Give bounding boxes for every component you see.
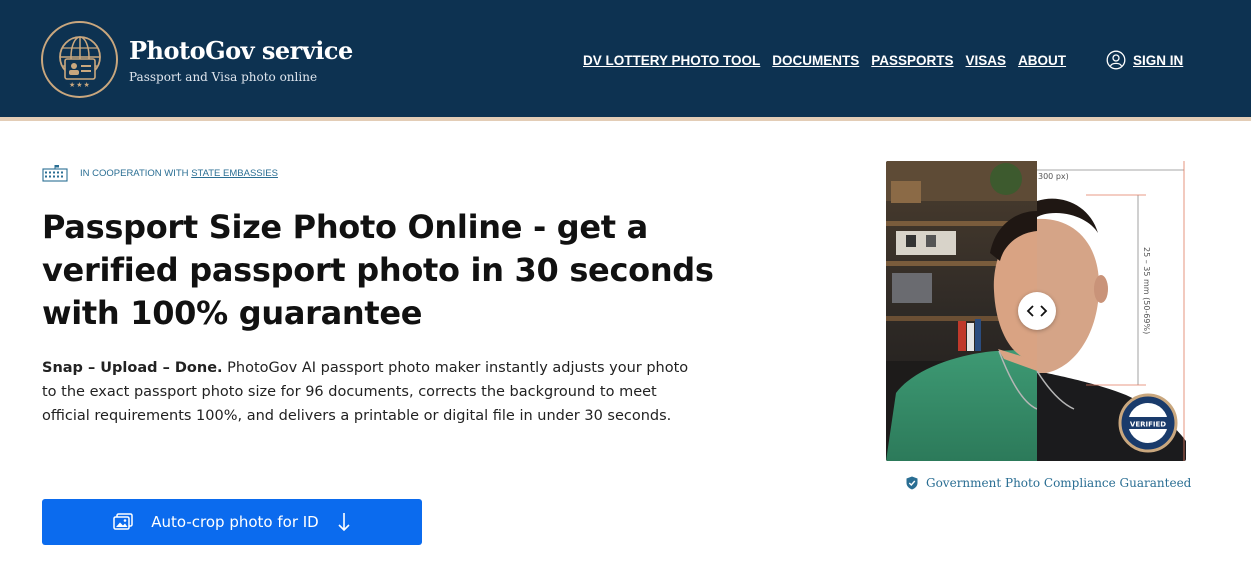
nav-passports[interactable]: PASSPORTS [871, 53, 953, 68]
main-nav: DV LOTTERY PHOTO TOOL DOCUMENTS PASSPORT… [583, 53, 1066, 68]
compliance-note: Government Photo Compliance Guaranteed [906, 476, 1191, 490]
arrow-down-icon [338, 513, 350, 532]
sign-in-link[interactable]: SIGN IN [1106, 50, 1183, 70]
brand-title[interactable]: PhotoGov service [129, 36, 353, 65]
nav-visas[interactable]: VISAS [966, 53, 1007, 68]
logo-stars: ★★★ [69, 81, 91, 89]
verified-badge: VERIFIED [1118, 393, 1178, 453]
state-embassies-link[interactable]: STATE EMBASSIES [191, 168, 278, 179]
cooperation-text: IN COOPERATION WITH STATE EMBASSIES [80, 168, 278, 179]
image-icon [113, 513, 134, 530]
nav-documents[interactable]: DOCUMENTS [772, 53, 859, 68]
auto-crop-button[interactable]: Auto-crop photo for ID [42, 499, 422, 545]
headline-bold: Passport Size Photo Online [42, 208, 523, 246]
page-title: Passport Size Photo Online - get a verif… [42, 206, 722, 335]
description-bold: Snap – Upload – Done. [42, 360, 223, 376]
chevron-left-right-icon [1026, 305, 1048, 317]
compliance-text: Government Photo Compliance Guaranteed [926, 476, 1192, 490]
shield-check-icon [906, 476, 918, 490]
nav-about[interactable]: ABOUT [1018, 53, 1066, 68]
embassy-building-icon [42, 165, 68, 182]
compare-slider-handle[interactable] [1018, 292, 1056, 330]
auto-crop-label[interactable]: Auto-crop photo for ID [151, 513, 318, 531]
nav-dv-lottery[interactable]: DV LOTTERY PHOTO TOOL [583, 53, 760, 68]
cooperation-line: IN COOPERATION WITH STATE EMBASSIES [42, 164, 278, 182]
height-measurement-label: 25 – 35 mm (50-69%) [1142, 247, 1151, 334]
width-measurement-label: 300 px) [1038, 172, 1069, 181]
logo[interactable]: ★★★ [41, 21, 118, 98]
header-divider [0, 117, 1251, 121]
user-icon [1106, 50, 1126, 70]
hero-description: Snap – Upload – Done. PhotoGov AI passpo… [42, 356, 702, 428]
verified-badge-text: VERIFIED [1130, 421, 1166, 429]
site-header: ★★★ PhotoGov service Passport and Visa p… [0, 0, 1251, 117]
cooperation-prefix: IN COOPERATION WITH [80, 167, 189, 179]
sign-in-label[interactable]: SIGN IN [1133, 53, 1183, 68]
brand-subtitle: Passport and Visa photo online [129, 70, 318, 84]
